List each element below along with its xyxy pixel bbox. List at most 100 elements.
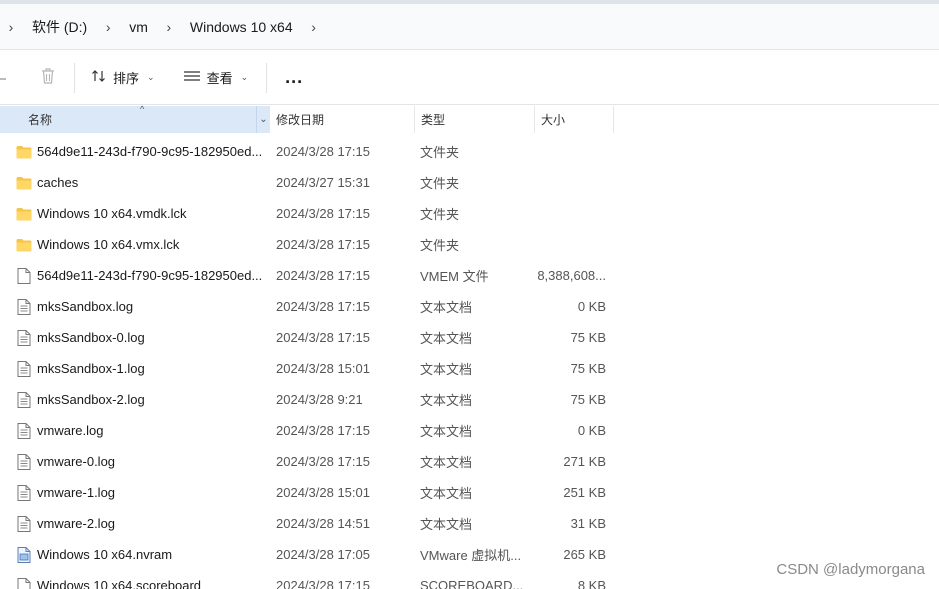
file-date: 2024/3/28 17:15 xyxy=(276,423,370,438)
file-icon xyxy=(16,267,32,284)
file-type: 文本文档 xyxy=(420,393,473,408)
file-size: 0 KB xyxy=(577,423,606,438)
file-date: 2024/3/28 17:15 xyxy=(276,206,370,221)
divider xyxy=(74,62,75,93)
file-size: 8 KB xyxy=(577,578,606,589)
file-type: 文本文档 xyxy=(420,300,473,315)
text-file-icon xyxy=(16,360,32,377)
file-name-cell[interactable]: vmware-1.log xyxy=(0,484,270,501)
delete-button[interactable] xyxy=(28,61,68,95)
command-toolbar: 排序 ⌄ 查看 ⌄ ... xyxy=(0,51,939,105)
chevron-down-icon[interactable]: ⌄ xyxy=(256,106,270,133)
more-options-button[interactable]: ... xyxy=(275,61,313,95)
file-name: Windows 10 x64.nvram xyxy=(37,547,173,562)
chevron-down-icon: ⌄ xyxy=(147,72,155,82)
file-name-cell[interactable]: mksSandbox-1.log xyxy=(0,360,270,377)
file-type: 文本文档 xyxy=(420,517,473,532)
table-row[interactable]: mksSandbox-0.log 2024/3/28 17:15 文本文档 75 KB xyxy=(0,322,939,353)
table-row[interactable]: 564d9e11-243d-f790-9c95-182950ed... 2024/… xyxy=(0,136,939,167)
file-list: 564d9e11-243d-f790-9c95-182950ed... 2024/… xyxy=(0,136,939,589)
table-row[interactable]: mksSandbox.log 2024/3/28 17:15 文本文档 0 KB xyxy=(0,291,939,322)
file-size: 75 KB xyxy=(570,330,606,345)
breadcrumb-item-current[interactable]: Windows 10 x64 xyxy=(180,19,303,35)
file-type: 文本文档 xyxy=(420,455,473,470)
text-file-icon xyxy=(16,422,32,439)
file-name: vmware-0.log xyxy=(37,454,116,469)
file-type: 文件夹 xyxy=(420,176,460,191)
view-button[interactable]: 查看 ⌄ xyxy=(173,61,259,95)
breadcrumb-item-drive[interactable]: 软件 (D:) xyxy=(22,17,97,37)
column-header-date[interactable]: 修改日期 xyxy=(270,106,414,133)
text-file-icon xyxy=(16,453,32,470)
file-type: 文件夹 xyxy=(420,238,460,253)
chevron-right-icon[interactable]: › xyxy=(158,19,180,35)
chevron-down-icon: ⌄ xyxy=(240,72,249,82)
file-name-cell[interactable]: mksSandbox-0.log xyxy=(0,329,270,346)
folder-icon xyxy=(16,237,32,253)
table-row[interactable]: 564d9e11-243d-f790-9c95-182950ed... 2024/… xyxy=(0,260,939,291)
file-name-cell[interactable]: Windows 10 x64.nvram xyxy=(0,546,270,563)
file-name-cell[interactable]: mksSandbox-2.log xyxy=(0,391,270,408)
chevron-right-icon[interactable]: › xyxy=(97,19,119,35)
file-type: 文件夹 xyxy=(420,207,460,222)
table-row[interactable]: vmware.log 2024/3/28 17:15 文本文档 0 KB xyxy=(0,415,939,446)
file-name-cell[interactable]: Windows 10 x64.vmdk.lck xyxy=(0,206,270,222)
file-name: mksSandbox-2.log xyxy=(37,392,145,407)
table-row[interactable]: mksSandbox-1.log 2024/3/28 15:01 文本文档 75 KB xyxy=(0,353,939,384)
column-header-type[interactable]: 类型 xyxy=(414,106,534,133)
column-header-size[interactable]: 大小 xyxy=(534,106,614,133)
file-name-cell[interactable]: vmware-2.log xyxy=(0,515,270,532)
breadcrumb-item-vm[interactable]: vm xyxy=(119,19,158,35)
file-size: 75 KB xyxy=(570,392,606,407)
chevron-right-icon[interactable]: › xyxy=(303,19,325,35)
file-name-cell[interactable]: 564d9e11-243d-f790-9c95-182950ed... xyxy=(0,267,270,284)
file-date: 2024/3/28 17:15 xyxy=(276,144,370,159)
table-row[interactable]: Windows 10 x64.vmdk.lck 2024/3/28 17:15 文件… xyxy=(0,198,939,229)
column-header-date-label: 修改日期 xyxy=(276,113,325,127)
file-size: 271 KB xyxy=(563,454,606,469)
column-header-size-label: 大小 xyxy=(541,113,566,127)
file-type: 文本文档 xyxy=(420,486,473,501)
file-date: 2024/3/28 17:15 xyxy=(276,578,370,589)
file-name-cell[interactable]: vmware-0.log xyxy=(0,453,270,470)
table-row[interactable]: vmware-1.log 2024/3/28 15:01 文本文档 251 KB xyxy=(0,477,939,508)
table-row[interactable]: vmware-0.log 2024/3/28 17:15 文本文档 271 KB xyxy=(0,446,939,477)
table-row[interactable]: caches 2024/3/27 15:31 文件夹 xyxy=(0,167,939,198)
sort-button[interactable]: 排序 ⌄ xyxy=(81,61,165,95)
file-name-cell[interactable]: caches xyxy=(0,175,270,191)
text-file-icon xyxy=(16,329,32,346)
vmware-file-icon xyxy=(16,546,32,563)
file-type: SCOREBOARD... xyxy=(420,578,524,589)
file-name: mksSandbox-1.log xyxy=(37,361,145,376)
file-name-cell[interactable]: Windows 10 x64.scoreboard xyxy=(0,577,270,589)
file-name-cell[interactable]: Windows 10 x64.vmx.lck xyxy=(0,237,270,253)
file-date: 2024/3/28 17:15 xyxy=(276,237,370,252)
file-name-cell[interactable]: vmware.log xyxy=(0,422,270,439)
more-icon: ... xyxy=(285,67,304,87)
column-header-name[interactable]: ^ 名称 ⌄ xyxy=(0,104,270,133)
folder-icon xyxy=(16,144,32,160)
file-date: 2024/3/28 15:01 xyxy=(276,485,370,500)
file-date: 2024/3/28 14:51 xyxy=(276,516,370,531)
table-row[interactable]: Windows 10 x64.vmx.lck 2024/3/28 17:15 文件夹 xyxy=(0,229,939,260)
file-name: 564d9e11-243d-f790-9c95-182950ed... xyxy=(37,268,263,283)
file-name: caches xyxy=(37,175,79,190)
file-type: 文本文档 xyxy=(420,331,473,346)
text-file-icon xyxy=(16,515,32,532)
file-size: 265 KB xyxy=(563,547,606,562)
chevron-right-icon[interactable]: › xyxy=(0,19,22,35)
file-name-cell[interactable]: mksSandbox.log xyxy=(0,298,270,315)
file-type: 文本文档 xyxy=(420,424,473,439)
file-name-cell[interactable]: 564d9e11-243d-f790-9c95-182950ed... xyxy=(0,144,270,160)
text-file-icon xyxy=(16,391,32,408)
file-date: 2024/3/28 17:15 xyxy=(276,299,370,314)
file-date: 2024/3/28 17:15 xyxy=(276,330,370,345)
view-label: 查看 xyxy=(206,71,233,86)
table-row[interactable]: mksSandbox-2.log 2024/3/28 9:21 文本文档 75 KB xyxy=(0,384,939,415)
column-headers: ^ 名称 ⌄ 修改日期 类型 大小 xyxy=(0,104,939,133)
file-date: 2024/3/28 17:15 xyxy=(276,454,370,469)
table-row[interactable]: vmware-2.log 2024/3/28 14:51 文本文档 31 KB xyxy=(0,508,939,539)
list-view-icon xyxy=(183,69,201,86)
toolbar-left-edge xyxy=(0,76,28,80)
divider xyxy=(0,77,6,80)
